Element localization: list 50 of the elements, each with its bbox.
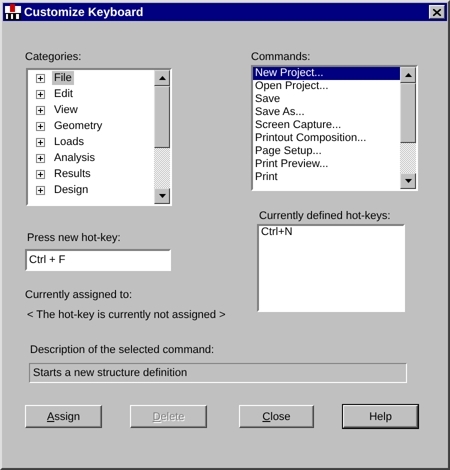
field-label: Press new hot-key: (27, 231, 121, 245)
field-label: Commands: (251, 50, 310, 64)
commands-list[interactable]: New Project... Open Project... Save Save As... Screen Capture... Printout Composition... Page Setup... Print Preview... Print (251, 65, 418, 191)
scroll-down-icon[interactable] (158, 194, 166, 198)
scroll-up-icon[interactable] (404, 73, 412, 77)
list-item[interactable]: Page Setup... (253, 145, 400, 158)
app-icon (5, 4, 21, 20)
tree-item[interactable]: Loads (52, 135, 86, 149)
scroll-up-icon[interactable] (158, 76, 166, 80)
tree-item[interactable]: Results (52, 167, 93, 181)
field-label: Description of the selected command: (30, 343, 216, 357)
dialog-button[interactable]: Help (343, 405, 418, 428)
tree-item[interactable]: Edit (52, 87, 75, 101)
expand-icon[interactable] (36, 154, 45, 162)
scroll-down-icon[interactable] (404, 179, 412, 183)
field-label: Categories: (25, 50, 82, 64)
assigned-text: < The hot-key is currently not assigned > (27, 308, 226, 322)
dialog-button[interactable]: Close (239, 405, 314, 428)
field-label: Currently assigned to: (25, 288, 132, 302)
field-label: Currently defined hot-keys: (259, 209, 390, 223)
hotkey-field[interactable]: Ctrl + F (25, 249, 171, 271)
tree-item[interactable]: Geometry (52, 119, 104, 133)
list-item[interactable]: Ctrl+N (259, 226, 403, 239)
scrollbar[interactable] (400, 67, 416, 189)
list-item[interactable]: Printout Composition... (253, 132, 400, 145)
list-item[interactable]: Screen Capture... (253, 119, 400, 132)
dialog-button[interactable]: Assign (25, 405, 102, 428)
list-item[interactable]: Open Project... (253, 80, 400, 93)
expand-icon[interactable] (36, 138, 45, 146)
list-item[interactable]: Save As... (253, 106, 400, 119)
close-icon (433, 8, 441, 16)
expand-icon[interactable] (36, 106, 45, 114)
description-field: Starts a new structure definition (29, 363, 407, 383)
expand-icon[interactable] (36, 74, 45, 82)
expand-icon[interactable] (36, 186, 45, 194)
category-tree[interactable]: File Edit View Geometry Loads Analysis Results Design (26, 68, 172, 206)
list-item[interactable]: Print (253, 171, 400, 184)
tree-item[interactable]: File (52, 71, 74, 85)
window-title: Customize Keyboard (24, 5, 144, 19)
expand-icon[interactable] (36, 170, 45, 178)
close-button[interactable] (429, 5, 445, 19)
list-item[interactable]: Print Preview... (253, 158, 400, 171)
expand-icon[interactable] (36, 90, 45, 98)
tree-item[interactable]: View (52, 103, 80, 117)
tree-item[interactable]: Design (52, 183, 90, 197)
scrollbar[interactable] (154, 70, 170, 204)
expand-icon[interactable] (36, 122, 45, 130)
list-item[interactable]: New Project... (253, 67, 400, 80)
list-item[interactable]: Save (253, 93, 400, 106)
tree-item[interactable]: Analysis (52, 151, 97, 165)
